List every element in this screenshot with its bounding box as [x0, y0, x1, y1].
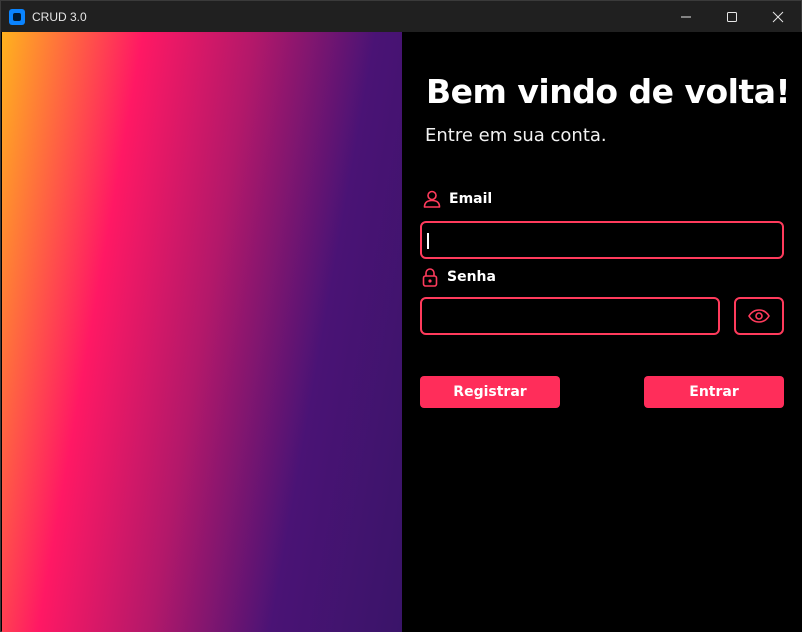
email-label: Email	[449, 191, 493, 207]
eye-icon	[748, 309, 770, 323]
window-title: CRUD 3.0	[32, 9, 87, 24]
register-button[interactable]: Registrar	[420, 376, 560, 408]
window-controls	[663, 1, 801, 32]
password-label-row: Senha	[422, 267, 496, 287]
user-icon	[422, 189, 442, 209]
login-panel: Bem vindo de volta! Entre em sua conta. …	[402, 32, 802, 632]
title-bar: CRUD 3.0	[1, 1, 801, 32]
maximize-button[interactable]	[709, 1, 755, 32]
email-label-row: Email	[422, 189, 492, 209]
login-button[interactable]: Entrar	[644, 376, 784, 408]
app-window: CRUD 3.0 Bem vindo de volta! Entre em su…	[0, 0, 802, 632]
password-field[interactable]	[420, 297, 720, 335]
password-label: Senha	[447, 269, 496, 285]
close-button[interactable]	[755, 1, 801, 32]
text-caret	[427, 233, 429, 249]
minimize-icon	[681, 16, 691, 17]
app-icon	[9, 8, 25, 25]
toggle-password-button[interactable]	[734, 297, 784, 335]
close-icon	[772, 11, 784, 22]
page-title: Bem vindo de volta!	[426, 72, 791, 111]
lock-icon	[422, 267, 438, 287]
gradient-banner	[2, 32, 402, 632]
page-subtitle: Entre em sua conta.	[425, 125, 607, 146]
minimize-button[interactable]	[663, 1, 709, 32]
email-field[interactable]	[420, 221, 784, 259]
maximize-icon	[727, 11, 737, 22]
